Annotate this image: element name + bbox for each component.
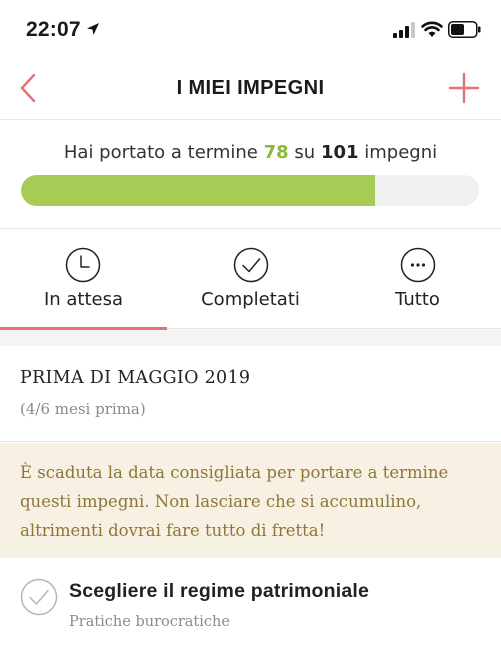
- tab-in-attesa[interactable]: In attesa: [0, 229, 167, 330]
- warning-text: È scaduta la data consigliata per portar…: [20, 463, 449, 540]
- tab-tutto[interactable]: Tutto: [334, 229, 501, 329]
- task-title: Scegliere il regime patrimoniale: [69, 580, 370, 602]
- tab-label: In attesa: [43, 289, 124, 310]
- task-row[interactable]: Scegliere il regime patrimoniale Pratich…: [0, 558, 501, 650]
- signal-icon: [393, 22, 415, 38]
- group-title: PRIMA DI MAGGIO 2019: [20, 368, 251, 388]
- group-subtitle: (4/6 mesi prima): [20, 400, 146, 418]
- progress-text: Hai portato a termine 78 su 101 impegni: [0, 142, 501, 163]
- progress-connector: su: [294, 142, 316, 163]
- clock-icon: [65, 247, 101, 283]
- progress-suffix: impegni: [364, 142, 438, 163]
- tab-label: Tutto: [395, 289, 440, 310]
- progress-summary: Hai portato a termine 78 su 101 impegni: [0, 121, 501, 229]
- more-circle-icon: [400, 247, 436, 283]
- section-divider: [0, 330, 501, 346]
- location-arrow-icon: [87, 23, 99, 35]
- overdue-warning-banner: È scaduta la data consigliata per portar…: [0, 443, 501, 558]
- check-circle-icon[interactable]: [20, 578, 58, 616]
- task-category: Pratiche burocratiche: [69, 614, 230, 630]
- page-title: I MIEI IMPEGNI: [176, 77, 325, 99]
- progress-bar-fill: [21, 175, 375, 206]
- status-bar: 22:07: [0, 0, 501, 60]
- completed-count: 78: [263, 142, 289, 163]
- navigation-bar: I MIEI IMPEGNI: [0, 60, 501, 120]
- status-time: 22:07: [26, 18, 81, 41]
- tab-completati[interactable]: Completati: [167, 229, 334, 329]
- group-header: PRIMA DI MAGGIO 2019 (4/6 mesi prima): [0, 346, 501, 442]
- add-plus-icon[interactable]: [446, 70, 482, 106]
- progress-bar: [21, 175, 479, 206]
- wifi-icon: [421, 21, 443, 37]
- progress-prefix: Hai portato a termine: [63, 142, 258, 163]
- battery-icon: [448, 21, 481, 38]
- total-count: 101: [320, 142, 359, 163]
- filter-tabs: In attesa Completati Tutto: [0, 229, 501, 330]
- check-circle-icon: [233, 247, 269, 283]
- tab-label: Completati: [201, 289, 300, 310]
